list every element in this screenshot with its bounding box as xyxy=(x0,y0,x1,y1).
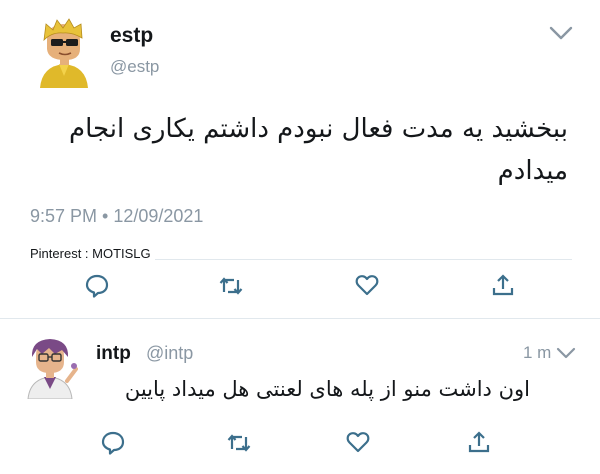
tweet-estp[interactable]: estp @estp ببخشید یه مدت فعال نبودم داشت… xyxy=(0,0,600,318)
reply-icon[interactable] xyxy=(100,430,126,456)
retweet-icon[interactable] xyxy=(226,430,252,456)
like-icon[interactable] xyxy=(345,429,371,455)
avatar[interactable] xyxy=(22,337,78,399)
reply-icon[interactable] xyxy=(84,273,110,299)
tweet-time[interactable]: 1 m xyxy=(523,343,551,363)
username[interactable]: @estp xyxy=(110,57,159,77)
share-icon[interactable] xyxy=(490,272,516,298)
tweet-timestamp[interactable]: 9:57 PM • 12/09/2021 xyxy=(30,206,203,227)
tweet-intp[interactable]: intp @intp 1 m اون داشت منو از پله های ل… xyxy=(0,319,600,474)
chevron-down-icon[interactable] xyxy=(556,346,576,360)
chevron-down-icon[interactable] xyxy=(548,24,574,42)
share-icon[interactable] xyxy=(466,429,492,455)
tweet-text: اون داشت منو از پله های لعنتی هل میداد پ… xyxy=(124,377,530,401)
avatar[interactable] xyxy=(32,18,96,90)
watermark-text: Pinterest : MOTISLG xyxy=(30,246,155,261)
like-icon[interactable] xyxy=(354,272,380,298)
username[interactable]: @intp xyxy=(146,343,193,364)
display-name[interactable]: estp xyxy=(110,24,153,48)
display-name[interactable]: intp xyxy=(96,343,131,365)
tweet-text: ببخشید یه مدت فعال نبودم داشتم یکاری انج… xyxy=(68,114,568,186)
retweet-icon[interactable] xyxy=(218,273,244,299)
